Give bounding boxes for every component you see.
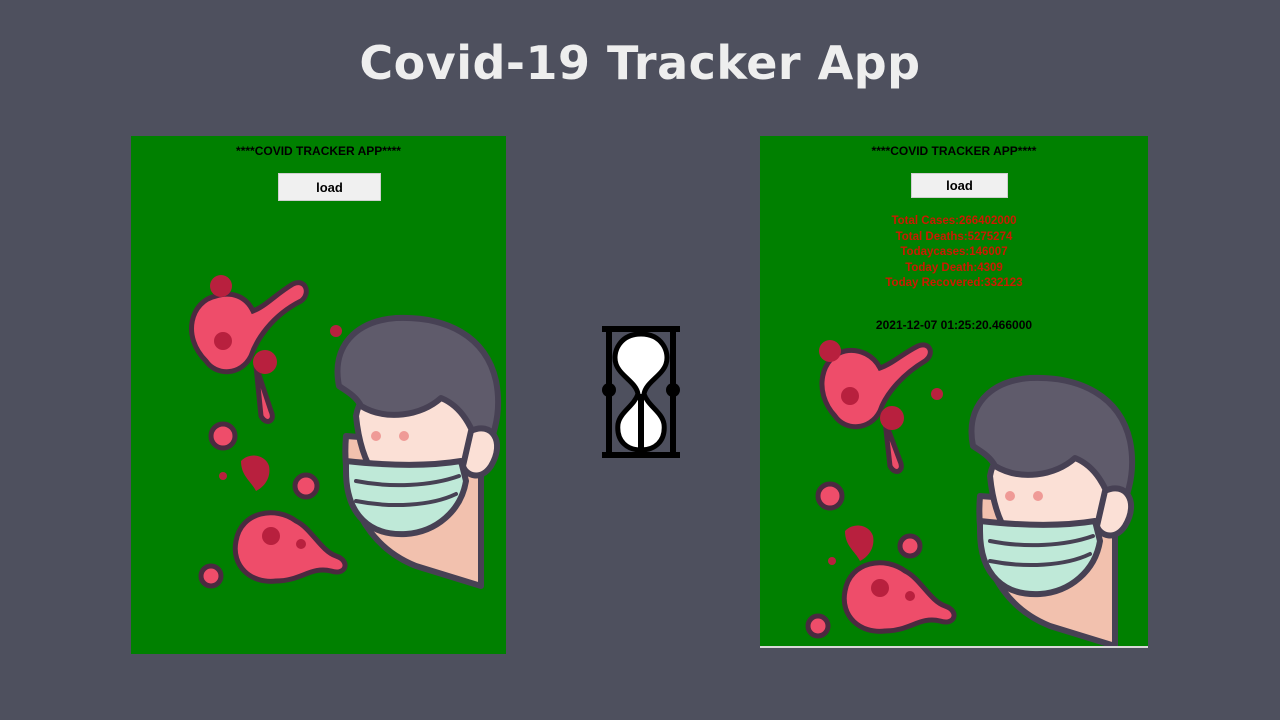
app-window-after: ****COVID TRACKER APP**** load Total Cas… — [760, 136, 1148, 648]
total-cases-text: Total Cases:266402000 — [891, 215, 1017, 227]
stats-block: Total Cases:266402000 Total Deaths:52752… — [760, 214, 1148, 292]
hourglass-icon — [602, 326, 680, 458]
app-heading: ****COVID TRACKER APP**** — [871, 144, 1037, 158]
load-button[interactable]: load — [911, 173, 1008, 198]
today-cases-text: Todaycases:146007 — [900, 246, 1008, 258]
today-death-text: Today Death:4309 — [905, 261, 1003, 274]
total-deaths-text: Total Deaths:5275274 — [895, 230, 1013, 243]
app-window-before: ****COVID TRACKER APP**** load — [131, 136, 506, 654]
masked-person-with-virus-icon — [189, 275, 502, 589]
page-title: Covid-19 Tracker App — [359, 36, 921, 90]
masked-person-with-virus-icon — [805, 340, 1136, 646]
today-recovered-text: Today Recovered:332123 — [885, 277, 1023, 289]
load-button[interactable]: load — [278, 173, 381, 201]
timestamp: 2021-12-07 01:25:20.466000 — [875, 318, 1033, 332]
app-heading: ****COVID TRACKER APP**** — [236, 144, 401, 158]
